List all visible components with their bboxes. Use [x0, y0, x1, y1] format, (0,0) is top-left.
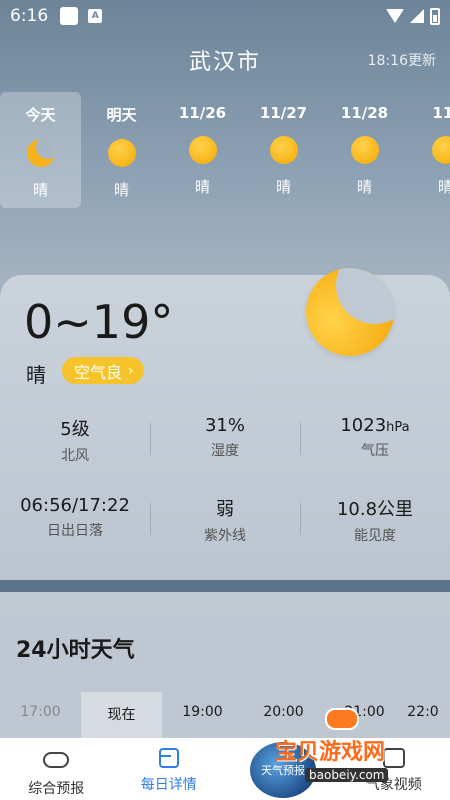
- hour-item[interactable]: 21:00: [324, 692, 405, 738]
- tab-video[interactable]: 气象视频: [338, 738, 450, 800]
- metric-label: 紫外线: [204, 528, 246, 544]
- signal-icon: [410, 9, 424, 23]
- hour-label: 现在: [107, 707, 136, 723]
- metric-value: 10.8公里: [336, 499, 414, 520]
- tab-label: 每日详情: [140, 777, 197, 793]
- metric-pressure: 1023hPa 气压: [300, 415, 450, 460]
- metric-sunrise-sunset: 06:56/17:22 日出日落: [0, 495, 150, 540]
- moon-icon: [26, 139, 55, 167]
- metric-label: 日出日落: [47, 523, 103, 539]
- hour-label: 19:00: [182, 704, 223, 720]
- hour-item[interactable]: 19:00: [162, 692, 243, 738]
- wifi-icon: [386, 9, 404, 23]
- metric-uv: 弱 紫外线: [150, 495, 300, 545]
- sun-icon: [188, 136, 217, 164]
- hour-item[interactable]: 20:00: [243, 692, 324, 738]
- day-item-tomorrow[interactable]: 明天 晴: [81, 92, 162, 208]
- aqi-label: 空气良: [74, 362, 123, 382]
- day-item-1127[interactable]: 11/27 晴: [243, 92, 324, 208]
- tab-label: 气象视频: [365, 777, 422, 793]
- hour-label: 21:00: [344, 704, 385, 720]
- day-label: 11/28: [340, 104, 389, 122]
- metric-humidity: 31% 湿度: [150, 415, 300, 460]
- status-time: 6:16: [10, 6, 49, 26]
- hourly-forecast-panel: 24小时天气 17:00 现在 19:00 20:00 21:00 22:0: [0, 592, 450, 738]
- header: 武汉市 18:16更新: [0, 40, 450, 80]
- day-label: 今天: [25, 106, 56, 124]
- bottom-tab-bar: 综合预报 每日详情 气象视频: [0, 738, 450, 800]
- day-item-1126[interactable]: 11/26 晴: [162, 92, 243, 208]
- day-condition: 晴: [194, 178, 210, 196]
- hour-item[interactable]: 17:00: [0, 692, 81, 738]
- calendar-icon: [158, 748, 179, 768]
- hour-label: 22:0: [407, 704, 439, 720]
- metric-label: 北风: [61, 448, 89, 464]
- day-condition: 晴: [113, 181, 129, 199]
- metric-unit: hPa: [386, 420, 410, 435]
- metric-value: 06:56/17:22: [20, 495, 130, 516]
- metric-value: 5级: [60, 419, 90, 440]
- video-icon: [382, 748, 405, 768]
- status-bar: 6:16 A: [0, 0, 450, 32]
- day-item-1128[interactable]: 11/28 晴: [324, 92, 405, 208]
- day-label: 明天: [106, 106, 137, 124]
- sun-icon: [431, 136, 450, 164]
- cloud-icon: [43, 752, 70, 768]
- sun-icon: [350, 136, 379, 164]
- moon-icon: [306, 268, 394, 356]
- hour-label: 20:00: [263, 704, 304, 720]
- day-item-next[interactable]: 11/ 晴: [405, 92, 450, 208]
- metric-label: 湿度: [211, 443, 239, 459]
- update-time: 18:16更新: [367, 53, 436, 69]
- current-condition: 晴: [26, 363, 46, 387]
- metric-value: 31%: [204, 415, 245, 436]
- metric-wind: 5级 北风: [0, 415, 150, 465]
- sun-icon: [269, 136, 298, 164]
- globe-label: 天气预报: [261, 764, 305, 777]
- day-condition: 晴: [437, 178, 450, 196]
- temperature-range: 0~19°: [24, 295, 174, 349]
- hour-item-now[interactable]: 现在: [81, 692, 162, 738]
- hour-item[interactable]: 22:0: [396, 692, 450, 738]
- tab-overview[interactable]: 综合预报: [0, 738, 113, 800]
- notification-app-icon: A: [88, 9, 103, 23]
- day-label: 11/26: [178, 104, 227, 122]
- day-condition: 晴: [32, 181, 48, 199]
- hourly-title: 24小时天气: [16, 638, 135, 663]
- day-condition: 晴: [275, 178, 291, 196]
- globe-icon[interactable]: 天气预报: [250, 742, 316, 798]
- aqi-badge[interactable]: 空气良 ›: [62, 357, 144, 384]
- metric-label: 能见度: [354, 528, 396, 544]
- daily-forecast-strip[interactable]: 今天 晴 明天 晴 11/26 晴 11/27 晴 11/28 晴 11/ 晴: [0, 92, 450, 208]
- section-divider: [0, 580, 450, 592]
- day-label: 11/27: [259, 104, 308, 122]
- metric-value: 弱: [216, 499, 234, 520]
- chevron-right-icon: ›: [128, 362, 134, 379]
- sun-icon: [107, 139, 136, 167]
- battery-icon: [430, 7, 440, 25]
- metric-label: 气压: [361, 443, 389, 459]
- tab-daily-detail[interactable]: 每日详情: [113, 738, 226, 800]
- tab-label: 综合预报: [28, 781, 85, 797]
- day-item-today[interactable]: 今天 晴: [0, 92, 81, 208]
- notification-square-icon: [60, 7, 79, 25]
- day-label: 11/: [432, 104, 450, 122]
- metric-visibility: 10.8公里 能见度: [300, 495, 450, 545]
- hour-label: 17:00: [20, 704, 61, 720]
- day-condition: 晴: [356, 178, 372, 196]
- metric-value: 1023: [340, 415, 387, 436]
